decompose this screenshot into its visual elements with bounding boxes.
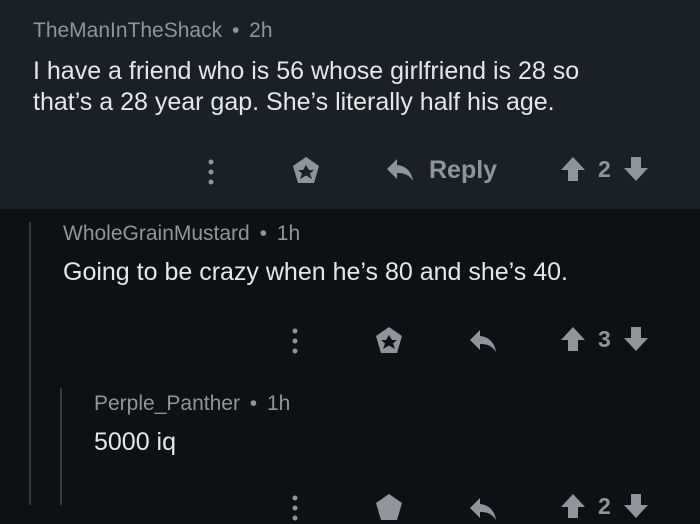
comment-meta: Perple_Panther • 1h bbox=[94, 392, 290, 416]
more-options-button[interactable] bbox=[288, 493, 302, 523]
comment-line: that’s a 28 year gap. She’s literally ha… bbox=[33, 88, 555, 116]
comment-1: TheManInTheShack • 2h I have a friend wh… bbox=[0, 0, 700, 209]
reply-button[interactable]: Reply bbox=[385, 155, 497, 185]
vote-score: 2 bbox=[598, 492, 611, 519]
upvote-icon[interactable] bbox=[560, 492, 586, 520]
comment-author[interactable]: WholeGrainMustard bbox=[63, 222, 250, 245]
downvote-icon[interactable] bbox=[623, 155, 649, 183]
comment-line: I have a friend who is 56 whose girlfrie… bbox=[33, 57, 580, 85]
comment-body: I have a friend who is 56 whose girlfrie… bbox=[33, 56, 579, 118]
more-options-button[interactable] bbox=[288, 326, 302, 356]
comment-author[interactable]: Perple_Panther bbox=[94, 392, 240, 415]
reply-label: Reply bbox=[429, 155, 498, 184]
thread-line[interactable] bbox=[29, 222, 31, 505]
reply-icon bbox=[470, 498, 496, 520]
meta-separator: • bbox=[249, 392, 258, 415]
downvote-icon[interactable] bbox=[623, 325, 649, 353]
reply-button[interactable] bbox=[468, 326, 498, 356]
comment-body: 5000 iq bbox=[94, 427, 176, 458]
vote-score: 2 bbox=[598, 155, 611, 182]
comment-line: Going to be crazy when he’s 80 and she’s… bbox=[63, 258, 568, 286]
downvote-icon[interactable] bbox=[623, 492, 649, 520]
vote-controls: 2 bbox=[560, 155, 649, 183]
reply-icon bbox=[387, 159, 413, 181]
comment-body: Going to be crazy when he’s 80 and she’s… bbox=[63, 257, 568, 288]
award-button[interactable] bbox=[290, 155, 322, 187]
thread-line[interactable] bbox=[60, 388, 62, 505]
more-vertical-icon bbox=[292, 328, 298, 354]
reply-icon bbox=[470, 330, 496, 352]
vote-controls: 2 bbox=[560, 492, 649, 520]
award-icon bbox=[293, 157, 319, 183]
vote-score: 3 bbox=[598, 325, 611, 352]
comment-meta: TheManInTheShack • 2h bbox=[33, 19, 273, 43]
meta-separator: • bbox=[259, 222, 267, 245]
vote-controls: 3 bbox=[560, 325, 649, 353]
award-icon bbox=[376, 327, 402, 353]
comment-age: 1h bbox=[276, 222, 301, 245]
comment-line: 5000 iq bbox=[94, 428, 177, 456]
award-button[interactable] bbox=[373, 325, 405, 357]
comment-author[interactable]: TheManInTheShack bbox=[33, 19, 222, 42]
more-options-button[interactable] bbox=[204, 157, 218, 187]
comment-age: 1h bbox=[266, 392, 291, 415]
upvote-icon[interactable] bbox=[560, 325, 586, 353]
award-button[interactable] bbox=[373, 492, 405, 524]
more-vertical-icon bbox=[292, 495, 298, 521]
award-icon bbox=[376, 494, 402, 520]
upvote-icon[interactable] bbox=[560, 155, 586, 183]
reply-button[interactable] bbox=[468, 494, 498, 524]
meta-separator: • bbox=[231, 19, 240, 42]
more-vertical-icon bbox=[208, 159, 214, 185]
comment-age: 2h bbox=[249, 19, 273, 42]
comment-meta: WholeGrainMustard • 1h bbox=[63, 222, 300, 246]
